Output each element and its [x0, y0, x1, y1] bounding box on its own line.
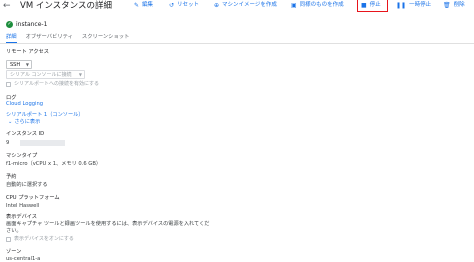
stop-button[interactable]: ■ 停止 [361, 1, 381, 10]
tab-screenshot[interactable]: スクリーンショット [82, 33, 129, 43]
stop-label: 停止 [369, 2, 381, 8]
display-device-checkbox-row: 表示デバイスをオンにする [6, 236, 74, 243]
display-device-description-cont: さい。 [6, 228, 22, 234]
chevron-down-icon: ⌄ [8, 119, 13, 125]
delete-button[interactable]: 🗑 削除 [443, 1, 465, 10]
create-machine-image-button[interactable]: ⊕ マシンイメージを作成 [214, 1, 277, 10]
serial-port-link[interactable]: シリアルポート 1（コンソール） [6, 112, 84, 119]
zone-heading: ゾーン [6, 249, 22, 255]
pause-icon: ❚❚ [396, 2, 407, 9]
instance-id-heading: インスタンス ID [6, 131, 45, 137]
edit-button[interactable]: ✎ 編集 [134, 1, 153, 10]
display-device-heading: 表示デバイス [6, 214, 37, 220]
reset-button[interactable]: ↺ リセット [169, 1, 199, 10]
tab-bar: 詳細 オブザーバビリティ スクリーンショット [6, 33, 129, 43]
more-link[interactable]: ⌄ さらに表示 [8, 119, 40, 126]
pencil-icon: ✎ [134, 2, 140, 9]
machine-type-value: f1-micro（vCPU x 1、メモリ 0.6 GB） [6, 161, 102, 167]
serial-port-checkbox[interactable] [6, 82, 11, 87]
redacted-block [20, 140, 65, 146]
tab-divider [0, 43, 474, 44]
cloud-logging-link[interactable]: Cloud Logging [6, 101, 43, 108]
serial-port-checkbox-row: シリアルポートへの接続を有効にする [6, 81, 99, 88]
ssh-label: SSH [10, 62, 21, 68]
zone-value: us-central1-a [6, 256, 41, 262]
reservation-value: 自動的に選択する [6, 182, 48, 188]
tab-observability[interactable]: オブザーバビリティ [26, 33, 73, 43]
instance-name: instance-1 [16, 21, 48, 28]
suspend-label: 一時停止 [409, 2, 432, 8]
chevron-down-icon[interactable]: ▼ [26, 61, 29, 69]
reset-icon: ↺ [169, 2, 175, 9]
serial-console-label: シリアル コンソールに接続 [10, 72, 72, 78]
remote-access-heading: リモート アクセス [6, 49, 49, 55]
toolbar: ← VM インスタンスの詳細 ✎ 編集 ↺ リセット ⊕ マシンイメージを作成 … [0, 0, 474, 12]
instance-header: ✓ instance-1 [6, 21, 47, 28]
serial-port-checkbox-label: シリアルポートへの接続を有効にする [14, 81, 100, 87]
create-similar-button[interactable]: ▣ 同様のものを作成 [291, 1, 344, 10]
cpu-platform-heading: CPU プラットフォーム [6, 195, 60, 201]
more-link-label: さらに表示 [14, 119, 41, 125]
machine-type-heading: マシンタイプ [6, 153, 38, 159]
delete-label: 削除 [453, 2, 465, 8]
display-device-description: 画面キャプチャ ツールと録画ツールを使用するには、表示デバイスの電源を入れてくだ [6, 221, 210, 227]
display-device-checkbox[interactable] [6, 237, 11, 242]
cpu-platform-value: Intel Haswell [6, 203, 40, 209]
instance-id-value: 9 [6, 140, 10, 146]
edit-label: 編集 [142, 2, 154, 8]
reservation-heading: 予約 [6, 174, 17, 180]
tab-details[interactable]: 詳細 [6, 33, 17, 43]
chevron-down-icon: ▼ [78, 72, 82, 77]
suspend-button[interactable]: ❚❚ 一時停止 [396, 1, 431, 10]
arrow-left-icon[interactable]: ← [3, 1, 11, 11]
create-similar-label: 同様のものを作成 [299, 2, 344, 8]
stop-icon: ■ [361, 2, 367, 9]
create-machine-image-label: マシンイメージを作成 [222, 2, 277, 8]
ssh-button[interactable]: SSH ▼ [6, 60, 32, 69]
check-circle-icon: ✓ [6, 21, 13, 28]
display-device-checkbox-label: 表示デバイスをオンにする [14, 236, 74, 242]
copy-icon: ▣ [291, 2, 297, 9]
reset-label: リセット [177, 2, 200, 8]
serial-console-select[interactable]: シリアル コンソールに接続 ▼ [6, 70, 85, 79]
add-image-icon: ⊕ [214, 2, 220, 9]
trash-icon: 🗑 [443, 2, 451, 9]
page-title: VM インスタンスの詳細 [20, 1, 113, 11]
